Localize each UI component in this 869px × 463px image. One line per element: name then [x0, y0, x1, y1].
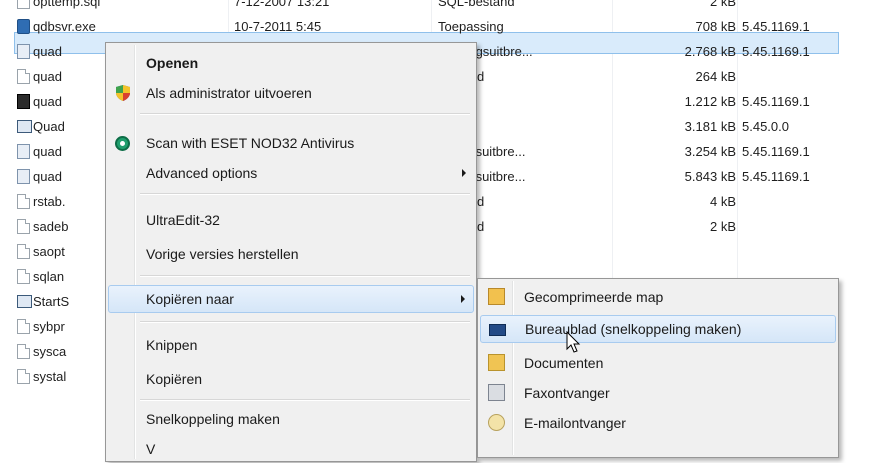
file-date: 10-7-2011 5:45: [234, 19, 322, 34]
desktop-icon: [489, 324, 506, 336]
file-row[interactable]: qdbsvr.exe 10-7-2011 5:45 Toepassing 708 kB…: [0, 15, 869, 39]
menu-separator: [140, 399, 470, 401]
menu-item-remove[interactable]: V: [108, 435, 474, 463]
window-app-icon: [17, 295, 32, 308]
submenu-item-mail-recipient[interactable]: E-mailontvanger: [480, 409, 836, 437]
submenu-arrow-icon: [462, 169, 466, 177]
sql-file-icon: [17, 0, 30, 9]
menu-item-ultraedit[interactable]: UltraEdit-32: [108, 206, 474, 234]
menu-separator: [140, 113, 470, 115]
file-icon: [17, 269, 30, 284]
submenu-item-label: Bureaublad (snelkoppeling maken): [525, 321, 742, 337]
menu-item-advanced-options[interactable]: Advanced options: [108, 159, 474, 187]
menu-item-copy[interactable]: Kopiëren: [108, 365, 474, 393]
app-extension-icon: [17, 169, 30, 184]
file-size: 264 kB: [695, 69, 736, 84]
submenu-item-desktop-shortcut[interactable]: Bureaublad (snelkoppeling maken): [480, 315, 836, 343]
file-row[interactable]: opttemp.sql 7-12-2007 13:21 SQL-bestand 2 k…: [0, 0, 869, 14]
menu-item-label: Snelkoppeling maken: [146, 411, 280, 427]
file-icon: [17, 344, 30, 359]
submenu-arrow-icon: [461, 295, 465, 303]
app-extension-icon: [17, 144, 30, 159]
copy-to-submenu: Gecomprimeerde map Bureaublad (snelkoppe…: [477, 278, 839, 458]
submenu-item-label: Gecomprimeerde map: [524, 289, 664, 305]
menu-item-label: Vorige versies herstellen: [146, 246, 299, 262]
menu-separator: [140, 275, 470, 277]
file-name: qdbsvr.exe: [33, 19, 96, 34]
file-size: 3.181 kB: [684, 119, 736, 134]
mail-icon: [488, 414, 505, 431]
file-type: SQL-bestand: [438, 0, 515, 9]
submenu-item-documents[interactable]: Documenten: [480, 349, 836, 377]
file-size: 5.843 kB: [684, 169, 736, 184]
menu-item-create-shortcut[interactable]: Snelkoppeling maken: [108, 405, 474, 433]
file-size: 2 kB: [709, 0, 736, 9]
menu-item-label: Scan with ESET NOD32 Antivirus: [146, 135, 355, 151]
menu-item-open[interactable]: Openen: [108, 49, 474, 77]
dark-app-icon: [17, 94, 30, 109]
file-icon: [17, 369, 30, 384]
menu-item-label: Kopiëren naar: [146, 291, 234, 307]
file-size: 4 kB: [709, 194, 736, 209]
zip-folder-icon: [488, 288, 505, 305]
mouse-cursor-icon: [566, 331, 581, 353]
menu-item-restore-versions[interactable]: Vorige versies herstellen: [108, 240, 474, 268]
menu-separator: [140, 321, 470, 323]
menu-item-label: V: [146, 441, 156, 457]
file-icon: [17, 194, 30, 209]
file-version: 5.45.1169.1: [742, 19, 810, 34]
fax-icon: [488, 384, 505, 401]
eset-antivirus-icon: [115, 136, 130, 151]
file-size: 3.254 kB: [684, 144, 736, 159]
file-icon: [17, 244, 30, 259]
submenu-item-label: E-mailontvanger: [524, 415, 626, 431]
file-version: 5.45.1169.1: [742, 44, 810, 59]
menu-item-label: Advanced options: [146, 165, 258, 181]
file-name: opttemp.sql: [33, 0, 101, 9]
documents-folder-icon: [488, 354, 505, 371]
menu-item-label: Knippen: [146, 337, 198, 353]
menu-item-label: Openen: [146, 55, 199, 71]
menu-item-label: Als administrator uitvoeren: [146, 85, 312, 101]
menu-item-copy-to[interactable]: Kopiëren naar: [108, 285, 474, 313]
file-size: 2.768 kB: [684, 44, 736, 59]
menu-item-label: Kopiëren: [146, 371, 203, 387]
submenu-item-label: Documenten: [524, 355, 604, 371]
database-app-icon: [17, 19, 30, 34]
file-date: 7-12-2007 13:21: [234, 0, 330, 9]
submenu-item-compressed-folder[interactable]: Gecomprimeerde map: [480, 283, 836, 311]
menu-separator: [140, 193, 470, 195]
file-icon: [17, 319, 30, 334]
file-size: 1.212 kB: [684, 94, 736, 109]
file-icon: [17, 219, 30, 234]
menu-item-label: UltraEdit-32: [146, 212, 220, 228]
context-menu: Openen Als administrator uitvoeren Scan …: [105, 42, 477, 462]
file-size: 708 kB: [695, 19, 736, 34]
file-version: 5.45.1169.1: [742, 169, 810, 184]
file-icon: [17, 69, 30, 84]
submenu-item-fax-recipient[interactable]: Faxontvanger: [480, 379, 836, 407]
file-size: 2 kB: [709, 219, 736, 234]
submenu-item-label: Faxontvanger: [524, 385, 610, 401]
file-version: 5.45.1169.1: [742, 94, 810, 109]
menu-item-run-as-admin[interactable]: Als administrator uitvoeren: [108, 79, 474, 107]
app-extension-icon: [17, 44, 30, 59]
window-app-icon: [17, 120, 32, 133]
file-type: Toepassing: [438, 19, 504, 34]
menu-item-scan-eset[interactable]: Scan with ESET NOD32 Antivirus: [108, 129, 474, 157]
uac-shield-icon: [116, 85, 130, 101]
menu-item-cut[interactable]: Knippen: [108, 331, 474, 359]
file-version: 5.45.1169.1: [742, 144, 810, 159]
file-version: 5.45.0.0: [742, 119, 789, 134]
